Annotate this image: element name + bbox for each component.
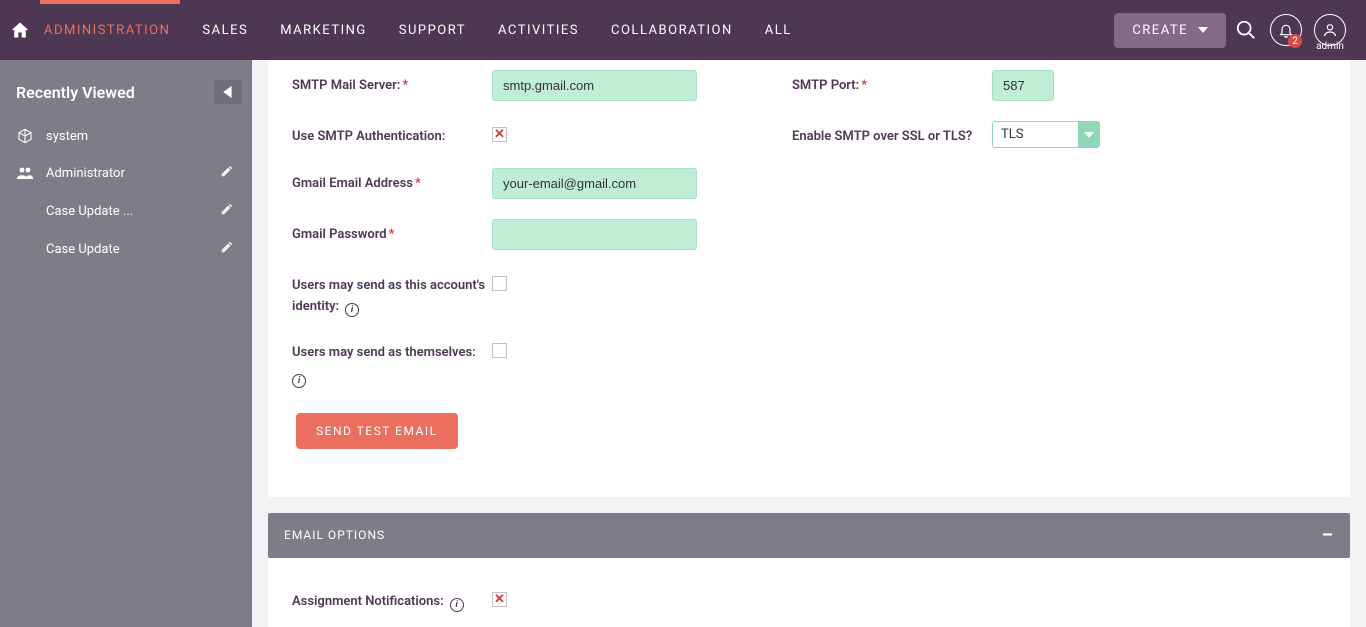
cube-icon xyxy=(16,128,34,144)
sidebar-items: system Administrator Case Update ... Case U… xyxy=(0,118,252,268)
main-content: SMTP Mail Server:* Use SMTP Authenticati… xyxy=(252,60,1366,627)
nav-link-marketing[interactable]: MARKETING xyxy=(276,23,371,38)
sidebar-collapse-button[interactable] xyxy=(214,80,242,104)
nav-link-administration[interactable]: ADMINISTRATION xyxy=(40,23,174,38)
pencil-icon[interactable] xyxy=(220,240,236,258)
pencil-icon[interactable] xyxy=(220,164,236,182)
people-icon xyxy=(16,166,34,180)
sidebar-item[interactable]: system xyxy=(0,118,252,154)
create-label: CREATE xyxy=(1132,23,1188,38)
info-icon[interactable]: i xyxy=(292,374,306,388)
sidebar-item[interactable]: Case Update xyxy=(0,230,252,268)
sidebar-item-label: system xyxy=(46,129,236,144)
chevron-down-icon xyxy=(1198,27,1208,33)
gmail-password-label: Gmail Password* xyxy=(292,219,492,246)
pencil-icon[interactable] xyxy=(220,202,236,220)
email-options-label: EMAIL OPTIONS xyxy=(284,528,385,542)
sidebar-item[interactable]: Administrator xyxy=(0,154,252,192)
assignment-notifications-checkbox[interactable]: ✕ xyxy=(492,592,507,607)
smtp-server-label: SMTP Mail Server:* xyxy=(292,70,492,97)
nav-link-all[interactable]: ALL xyxy=(761,23,796,38)
minus-icon: – xyxy=(1322,525,1334,546)
sidebar-title: Recently Viewed xyxy=(16,83,135,102)
sidebar-item-label: Administrator xyxy=(46,166,208,181)
search-icon xyxy=(1235,19,1257,41)
sidebar-item-label: Case Update xyxy=(46,242,208,257)
enable-ssl-value: TLS xyxy=(992,121,1078,148)
nav-link-activities[interactable]: ACTIVITIES xyxy=(494,23,583,38)
enable-ssl-label: Enable SMTP over SSL or TLS? xyxy=(792,121,992,148)
gmail-password-input[interactable] xyxy=(492,219,697,250)
use-auth-label: Use SMTP Authentication: xyxy=(292,121,492,148)
user-label: admin xyxy=(1316,41,1344,52)
sidebar: Recently Viewed system Administrator Case … xyxy=(0,60,252,627)
info-icon[interactable]: i xyxy=(450,598,464,612)
send-as-self-checkbox[interactable] xyxy=(492,343,507,358)
create-button[interactable]: CREATE xyxy=(1114,13,1226,48)
smtp-form: SMTP Mail Server:* Use SMTP Authenticati… xyxy=(268,60,1350,497)
nav-link-collaboration[interactable]: COLLABORATION xyxy=(607,23,737,38)
nav-link-support[interactable]: SUPPORT xyxy=(395,23,470,38)
notifications-button[interactable]: 2 xyxy=(1266,10,1306,50)
user-menu[interactable]: admin xyxy=(1306,10,1354,50)
notification-badge: 2 xyxy=(1288,34,1302,48)
use-auth-checkbox[interactable]: ✕ xyxy=(492,127,507,142)
top-navbar: ADMINISTRATION SALES MARKETING SUPPORT ACTIV… xyxy=(0,0,1366,60)
smtp-port-input[interactable] xyxy=(992,70,1054,101)
smtp-server-input[interactable] xyxy=(492,70,697,101)
smtp-port-label: SMTP Port:* xyxy=(792,70,992,97)
active-tab-indicator xyxy=(40,0,180,4)
assignment-notifications-label: Assignment Notifications:i xyxy=(292,586,492,613)
sidebar-item-label: Case Update ... xyxy=(46,204,208,219)
gmail-address-input[interactable] xyxy=(492,168,697,199)
send-as-identity-checkbox[interactable] xyxy=(492,276,507,291)
search-button[interactable] xyxy=(1226,10,1266,50)
nav-link-sales[interactable]: SALES xyxy=(198,23,252,38)
triangle-left-icon xyxy=(222,86,234,98)
send-as-self-label: Users may send as themselves:i xyxy=(292,337,492,388)
enable-ssl-select[interactable]: TLS xyxy=(992,121,1100,148)
send-as-identity-label: Users may send as this account's identit… xyxy=(292,270,492,318)
info-icon[interactable]: i xyxy=(345,303,359,317)
user-icon xyxy=(1322,22,1338,38)
email-options-body: Assignment Notifications:i ✕ Email warni… xyxy=(268,558,1350,627)
gmail-address-label: Gmail Email Address* xyxy=(292,168,492,195)
home-icon[interactable] xyxy=(0,0,40,60)
send-test-email-button[interactable]: SEND TEST EMAIL xyxy=(296,413,458,449)
nav-links: ADMINISTRATION SALES MARKETING SUPPORT ACTIV… xyxy=(40,0,796,60)
chevron-down-icon xyxy=(1078,121,1100,148)
sidebar-item[interactable]: Case Update ... xyxy=(0,192,252,230)
email-options-header[interactable]: EMAIL OPTIONS – xyxy=(268,513,1350,558)
